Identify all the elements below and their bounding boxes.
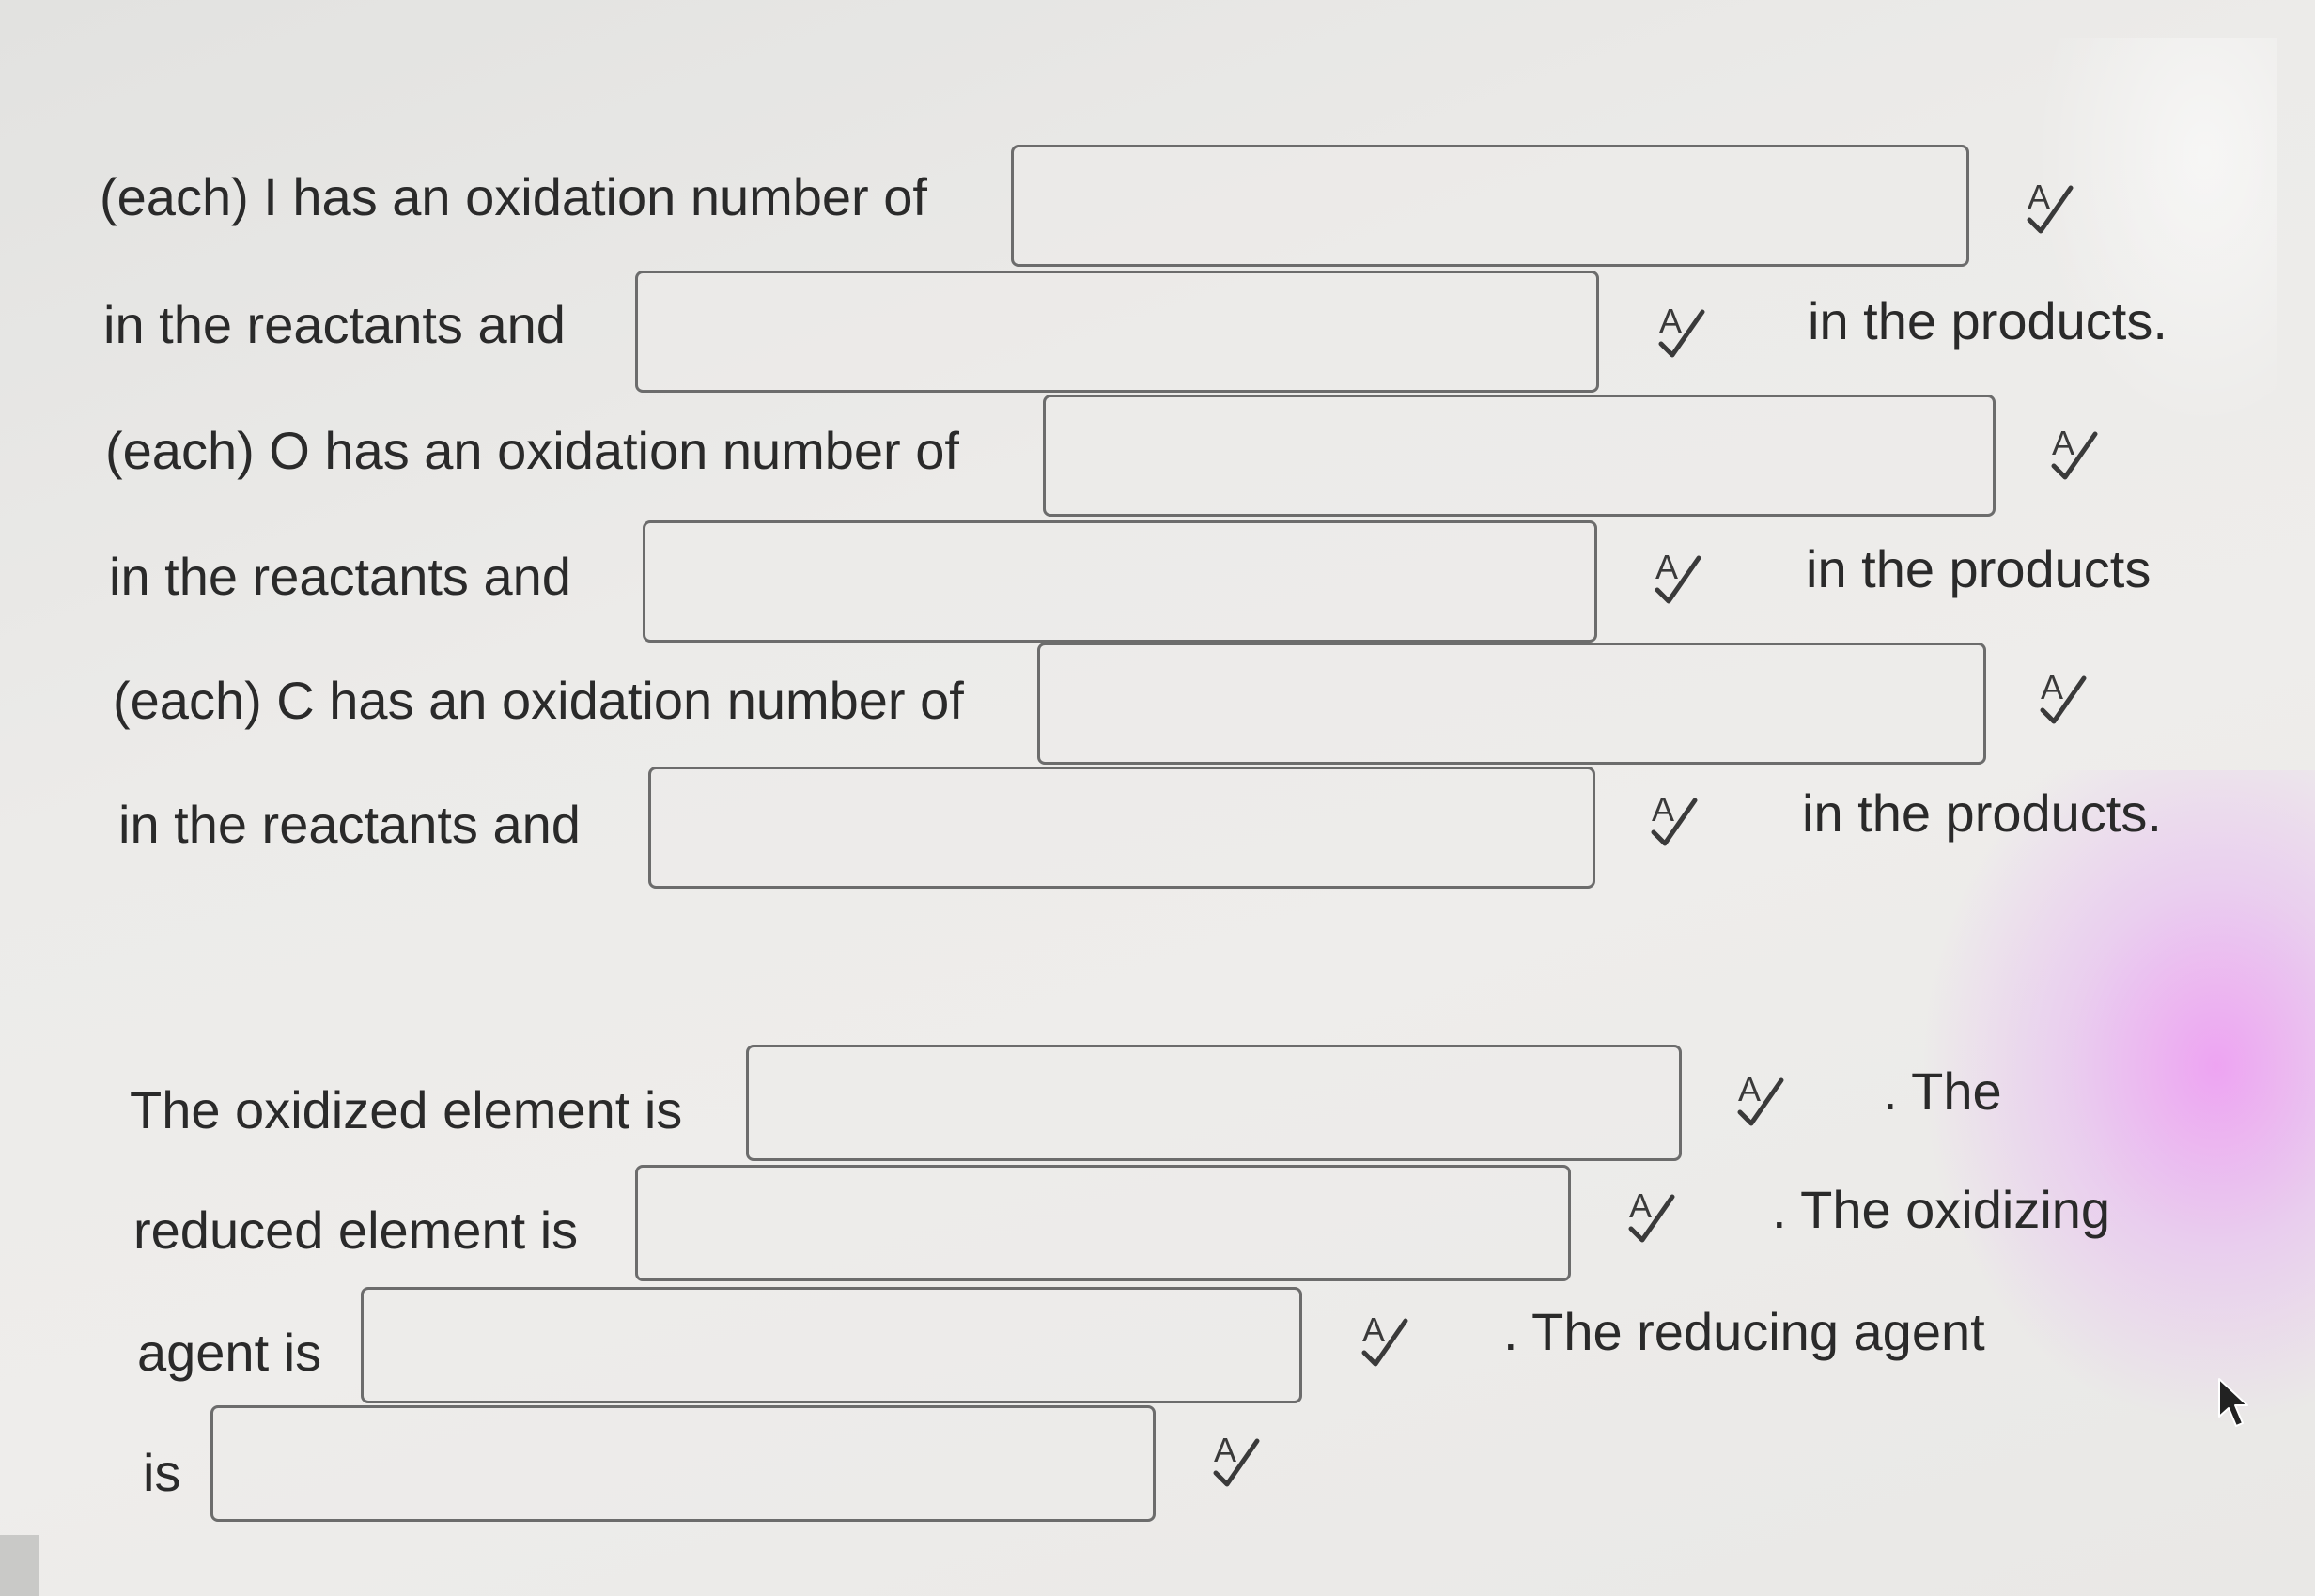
reducing-agent-label: is bbox=[143, 1443, 181, 1502]
svg-text:A: A bbox=[2052, 425, 2074, 462]
carbon-reactants-label: in the reactants and bbox=[118, 795, 581, 854]
spellcheck-icon[interactable]: A bbox=[1650, 549, 1706, 609]
carbon-oxidation-label: (each) C has an oxidation number of bbox=[113, 671, 964, 730]
spellcheck-icon[interactable]: A bbox=[1646, 791, 1702, 851]
oxidizing-agent-input[interactable] bbox=[361, 1287, 1302, 1403]
svg-text:A: A bbox=[1655, 549, 1678, 586]
reduced-element-input[interactable] bbox=[635, 1165, 1571, 1281]
oxygen-products-text: in the products bbox=[1806, 539, 2152, 598]
spellcheck-icon[interactable]: A bbox=[1624, 1187, 1680, 1247]
carbon-product-input[interactable] bbox=[648, 767, 1595, 889]
oxidized-suffix-text: . The bbox=[1883, 1061, 2002, 1121]
svg-text:A: A bbox=[1652, 791, 1674, 829]
iodine-reactants-label: in the reactants and bbox=[103, 295, 566, 354]
mouse-pointer-icon bbox=[2218, 1378, 2248, 1427]
svg-text:A: A bbox=[1659, 302, 1682, 340]
carbon-reactant-input[interactable] bbox=[1037, 643, 1986, 765]
iodine-products-text: in the products. bbox=[1808, 291, 2167, 350]
svg-text:A: A bbox=[2028, 178, 2050, 216]
reduced-element-label: reduced element is bbox=[133, 1201, 579, 1260]
svg-text:A: A bbox=[1629, 1187, 1652, 1225]
spellcheck-icon[interactable]: A bbox=[1357, 1311, 1413, 1371]
reducing-agent-input[interactable] bbox=[210, 1405, 1156, 1522]
iodine-oxidation-label: (each) I has an oxidation number of bbox=[100, 167, 927, 226]
iodine-product-input[interactable] bbox=[635, 271, 1599, 393]
oxidized-element-input[interactable] bbox=[746, 1045, 1682, 1161]
reduced-suffix-text: . The oxidizing bbox=[1772, 1180, 2111, 1239]
spellcheck-icon[interactable]: A bbox=[1208, 1432, 1265, 1492]
svg-text:A: A bbox=[1214, 1432, 1236, 1469]
spellcheck-icon[interactable]: A bbox=[2035, 669, 2091, 729]
spellcheck-icon[interactable]: A bbox=[1654, 302, 1710, 363]
svg-text:A: A bbox=[2041, 669, 2063, 706]
carbon-products-text: in the products. bbox=[1802, 783, 2162, 843]
spellcheck-icon[interactable]: A bbox=[2022, 178, 2078, 239]
oxidized-element-label: The oxidized element is bbox=[130, 1080, 683, 1139]
screen-edge bbox=[0, 1535, 39, 1596]
svg-text:A: A bbox=[1738, 1071, 1761, 1108]
oxygen-product-input[interactable] bbox=[643, 520, 1597, 643]
spellcheck-icon[interactable]: A bbox=[2046, 425, 2103, 485]
oxidizing-agent-label: agent is bbox=[137, 1323, 322, 1382]
svg-text:A: A bbox=[1362, 1311, 1385, 1349]
oxygen-oxidation-label: (each) O has an oxidation number of bbox=[105, 421, 959, 480]
oxygen-reactant-input[interactable] bbox=[1043, 395, 1996, 517]
iodine-reactant-input[interactable] bbox=[1011, 145, 1969, 267]
oxidizing-suffix-text: . The reducing agent bbox=[1503, 1302, 1985, 1361]
spellcheck-icon[interactable]: A bbox=[1732, 1071, 1789, 1131]
oxygen-reactants-label: in the reactants and bbox=[109, 547, 571, 606]
